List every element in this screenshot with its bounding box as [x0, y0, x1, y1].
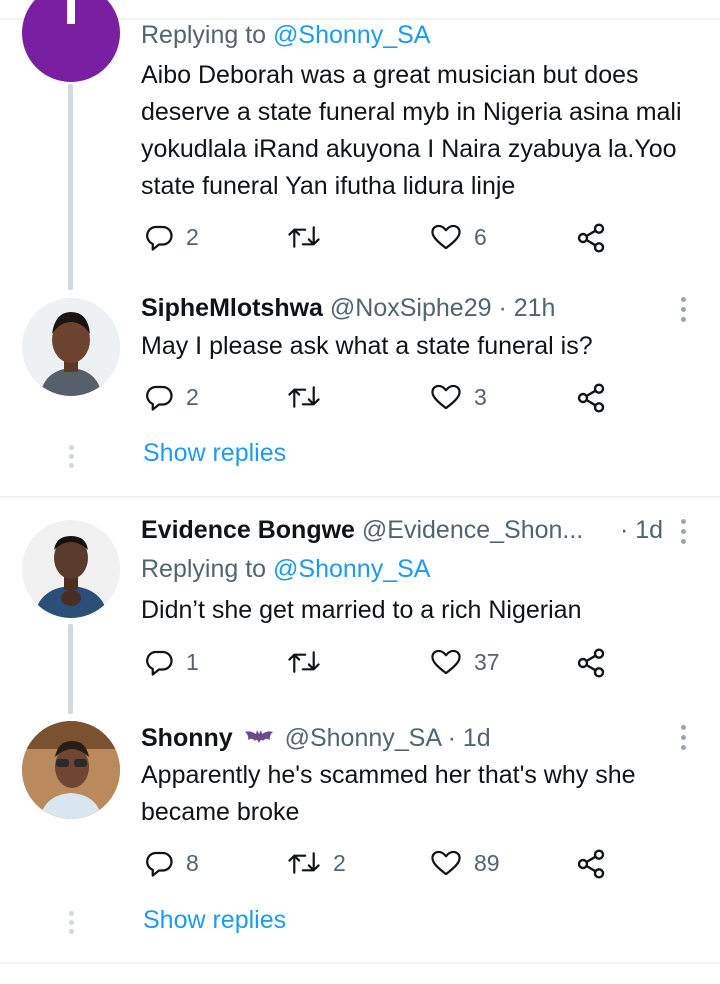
- share-icon: [577, 383, 605, 413]
- retweet-button[interactable]: [287, 382, 333, 412]
- share-icon: [577, 648, 605, 678]
- user-handle[interactable]: @NoxSiphe29: [330, 294, 492, 322]
- user-handle[interactable]: @Evidence_Shon...: [362, 516, 583, 544]
- replying-to-prefix: Replying to: [141, 555, 267, 583]
- reply-button[interactable]: 2: [144, 222, 199, 252]
- share-button[interactable]: [575, 382, 607, 414]
- more-options-icon[interactable]: [681, 297, 687, 322]
- like-button[interactable]: 6: [430, 222, 487, 252]
- tweet-header: Shonny @Shonny_SA · 1d: [141, 723, 491, 753]
- retweet-button[interactable]: [287, 647, 333, 677]
- timestamp-wrap: · 1d: [620, 515, 663, 545]
- heart-icon: [431, 224, 461, 250]
- tweet-header: SipheMlotshwa @NoxSiphe29 · 21h: [141, 293, 555, 323]
- thread-gap-dots: [69, 911, 74, 934]
- reply-count: 1: [186, 648, 199, 675]
- replying-to-prefix: Replying to: [141, 21, 267, 49]
- retweet-button[interactable]: 2: [287, 848, 346, 878]
- replying-to-handle[interactable]: @Shonny_SA: [273, 555, 430, 583]
- thread-gap-dots: [69, 445, 74, 468]
- reply-button[interactable]: 2: [144, 382, 199, 412]
- heart-icon: [431, 850, 461, 876]
- share-button[interactable]: [575, 222, 607, 254]
- timestamp[interactable]: · 1d: [448, 724, 491, 752]
- section-divider: [0, 962, 720, 964]
- reply-count: 2: [186, 383, 199, 410]
- reply-icon: [146, 650, 173, 676]
- reply-button[interactable]: 8: [144, 848, 199, 878]
- tweet-text: Apparently he's scammed her that's why s…: [141, 761, 636, 826]
- tweet-text: Aibo Deborah was a great musician but do…: [141, 61, 682, 200]
- heart-icon: [431, 649, 461, 675]
- share-icon: [577, 223, 605, 253]
- reply-count: 2: [186, 223, 199, 250]
- like-button[interactable]: 89: [430, 848, 500, 878]
- avatar[interactable]: [22, 520, 120, 618]
- retweet-icon: [288, 226, 320, 248]
- timestamp[interactable]: · 1d: [620, 516, 663, 544]
- reply-icon: [146, 851, 173, 877]
- show-replies-link[interactable]: Show replies: [143, 439, 286, 468]
- avatar[interactable]: [22, 0, 120, 82]
- thread-line: [68, 624, 73, 714]
- retweet-count: 2: [333, 849, 346, 876]
- tweet-text: Didn’t she get married to a rich Nigeria…: [141, 596, 582, 624]
- thread-line: [68, 84, 73, 290]
- show-replies-link[interactable]: Show replies: [143, 906, 286, 935]
- reply-icon: [146, 225, 173, 251]
- section-divider: [0, 496, 720, 498]
- share-icon: [577, 849, 605, 879]
- more-options-icon[interactable]: [681, 519, 687, 544]
- like-count: 6: [474, 223, 487, 250]
- replying-to: Replying to @Shonny_SA: [141, 20, 430, 50]
- like-button[interactable]: 3: [430, 382, 487, 412]
- avatar[interactable]: [22, 721, 120, 819]
- display-name[interactable]: Evidence Bongwe: [141, 516, 355, 544]
- bat-emoji-icon: [244, 730, 273, 743]
- tweet-text: May I please ask what a state funeral is…: [141, 332, 593, 360]
- replying-to: Replying to @Shonny_SA: [141, 554, 430, 584]
- retweet-icon: [288, 386, 320, 408]
- more-options-icon[interactable]: [681, 725, 687, 750]
- like-button[interactable]: 37: [430, 647, 500, 677]
- timestamp[interactable]: · 21h: [498, 294, 555, 322]
- retweet-button[interactable]: [287, 222, 333, 252]
- like-count: 3: [474, 383, 487, 410]
- heart-icon: [431, 384, 461, 410]
- like-count: 37: [474, 648, 500, 675]
- like-count: 89: [474, 849, 500, 876]
- reply-button[interactable]: 1: [144, 647, 199, 677]
- display-name[interactable]: Shonny: [141, 724, 233, 752]
- avatar[interactable]: [22, 298, 120, 396]
- display-name[interactable]: SipheMlotshwa: [141, 294, 323, 322]
- user-handle[interactable]: @Shonny_SA: [285, 724, 441, 752]
- share-button[interactable]: [575, 647, 607, 679]
- retweet-icon: [288, 852, 320, 874]
- reply-icon: [146, 385, 173, 411]
- share-button[interactable]: [575, 848, 607, 880]
- replying-to-handle[interactable]: @Shonny_SA: [273, 21, 430, 49]
- reply-count: 8: [186, 849, 199, 876]
- retweet-icon: [288, 651, 320, 673]
- tweet-header: Evidence Bongwe @Evidence_Shon...: [141, 515, 583, 545]
